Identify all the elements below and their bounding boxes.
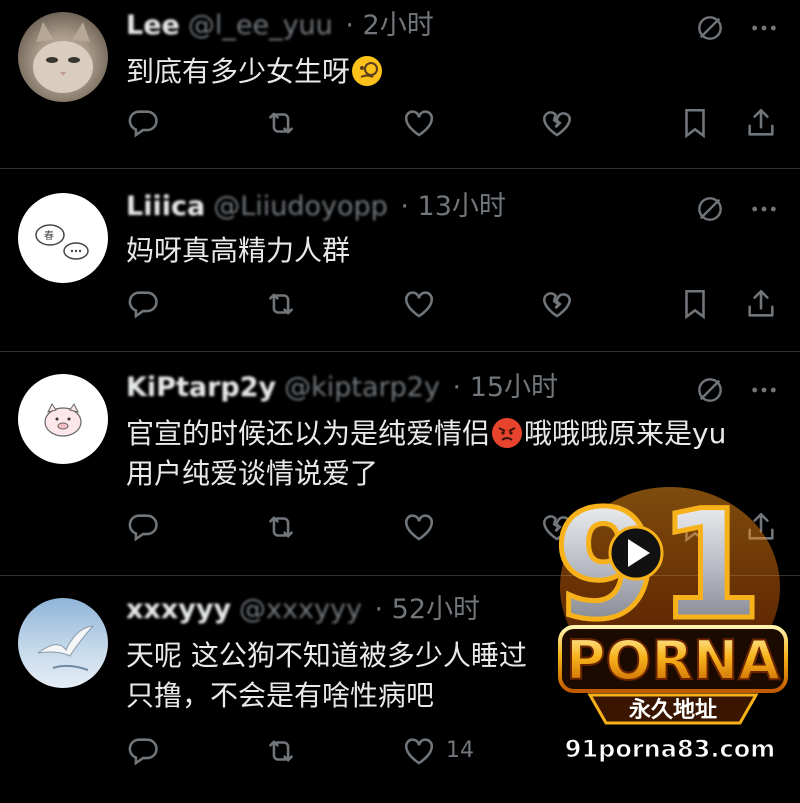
reply-icon[interactable]	[126, 510, 162, 546]
timestamp[interactable]: · 52小时	[366, 594, 481, 625]
more-icon[interactable]	[748, 193, 780, 225]
tweet-text-line1-end: 哦哦哦原来是yu	[524, 417, 727, 450]
watermark-url: 91porna83.com	[565, 735, 775, 763]
more-icon[interactable]	[748, 374, 780, 406]
tweet-text-content: 到底有多少女生呀	[126, 55, 351, 88]
avatar[interactable]: 春	[18, 193, 108, 283]
tweet-text: 官宣的时候还以为是纯爱情侣 哦哦哦原来是yu 用户纯爱谈情说爱了	[126, 414, 786, 494]
bookmark-icon[interactable]	[678, 287, 714, 323]
timestamp[interactable]: · 2小时	[337, 10, 434, 41]
more-icon[interactable]	[748, 12, 780, 44]
reply-icon[interactable]	[126, 106, 162, 142]
avatar[interactable]	[18, 598, 108, 688]
dislike-icon[interactable]	[540, 106, 576, 142]
timestamp-text: 2小时	[362, 10, 434, 41]
user-handle[interactable]: @Liiudoyopp	[213, 191, 388, 222]
watermark-brand: PORNA	[566, 629, 780, 692]
mute-icon[interactable]	[694, 12, 726, 44]
display-name[interactable]: xxxyyy	[126, 594, 231, 625]
angry-face-emoji	[492, 418, 523, 448]
svg-text:春: 春	[44, 230, 54, 242]
timestamp[interactable]: · 13小时	[392, 191, 506, 222]
like-icon[interactable]	[402, 510, 438, 546]
like-icon[interactable]	[402, 287, 438, 323]
retweet-icon[interactable]	[264, 287, 300, 323]
pig-doodle-avatar-image	[44, 403, 82, 437]
avatar[interactable]	[18, 12, 108, 102]
tweet-text: 妈呀真高精力人群	[126, 234, 351, 267]
bookmark-icon[interactable]	[678, 106, 714, 142]
tweet-text-line1-start: 官宣的时候还以为是纯爱情侣	[126, 417, 491, 450]
seagull-avatar-image	[37, 625, 95, 671]
cat-face-image	[33, 22, 93, 93]
user-handle[interactable]: @xxxyyy	[239, 594, 362, 625]
timestamp-text: 15小时	[469, 372, 559, 403]
user-handle[interactable]: @l_ee_yuu	[188, 10, 333, 41]
share-icon[interactable]	[744, 106, 780, 142]
tweet-text: 到底有多少女生呀	[126, 52, 786, 92]
like-icon[interactable]	[402, 106, 438, 142]
mute-icon[interactable]	[694, 193, 726, 225]
tweet[interactable]: Lee @l_ee_yuu · 2小时 到底有多少女生呀	[0, 0, 800, 169]
monocle-face-emoji	[352, 56, 383, 86]
retweet-icon[interactable]	[264, 106, 300, 142]
like-icon[interactable]	[402, 734, 438, 770]
display-name[interactable]: Lee	[126, 10, 180, 41]
user-handle[interactable]: @kiptarp2y	[284, 372, 440, 403]
timestamp-text: 13小时	[417, 191, 506, 222]
timestamp[interactable]: · 15小时	[444, 372, 559, 403]
display-name[interactable]: Liiica	[126, 191, 205, 222]
display-name[interactable]: KiPtarp2y	[126, 372, 276, 403]
retweet-icon[interactable]	[264, 734, 300, 770]
doodle-avatar-image: 春	[35, 224, 89, 260]
watermark-subtitle: 永久地址	[629, 697, 717, 723]
like-count: 14	[446, 738, 474, 763]
share-icon[interactable]	[744, 287, 780, 323]
reply-icon[interactable]	[126, 734, 162, 770]
tweet[interactable]: 春 Liiica @Liiudoyopp · 13小时 妈呀真高精力人群	[0, 169, 800, 352]
watermark-logo: 91 PORNA 永久地址 91porna83.com	[540, 477, 800, 799]
mute-icon[interactable]	[694, 374, 726, 406]
reply-icon[interactable]	[126, 287, 162, 323]
timestamp-text: 52小时	[391, 594, 481, 625]
dislike-icon[interactable]	[540, 287, 576, 323]
avatar[interactable]	[18, 374, 108, 464]
retweet-icon[interactable]	[264, 510, 300, 546]
